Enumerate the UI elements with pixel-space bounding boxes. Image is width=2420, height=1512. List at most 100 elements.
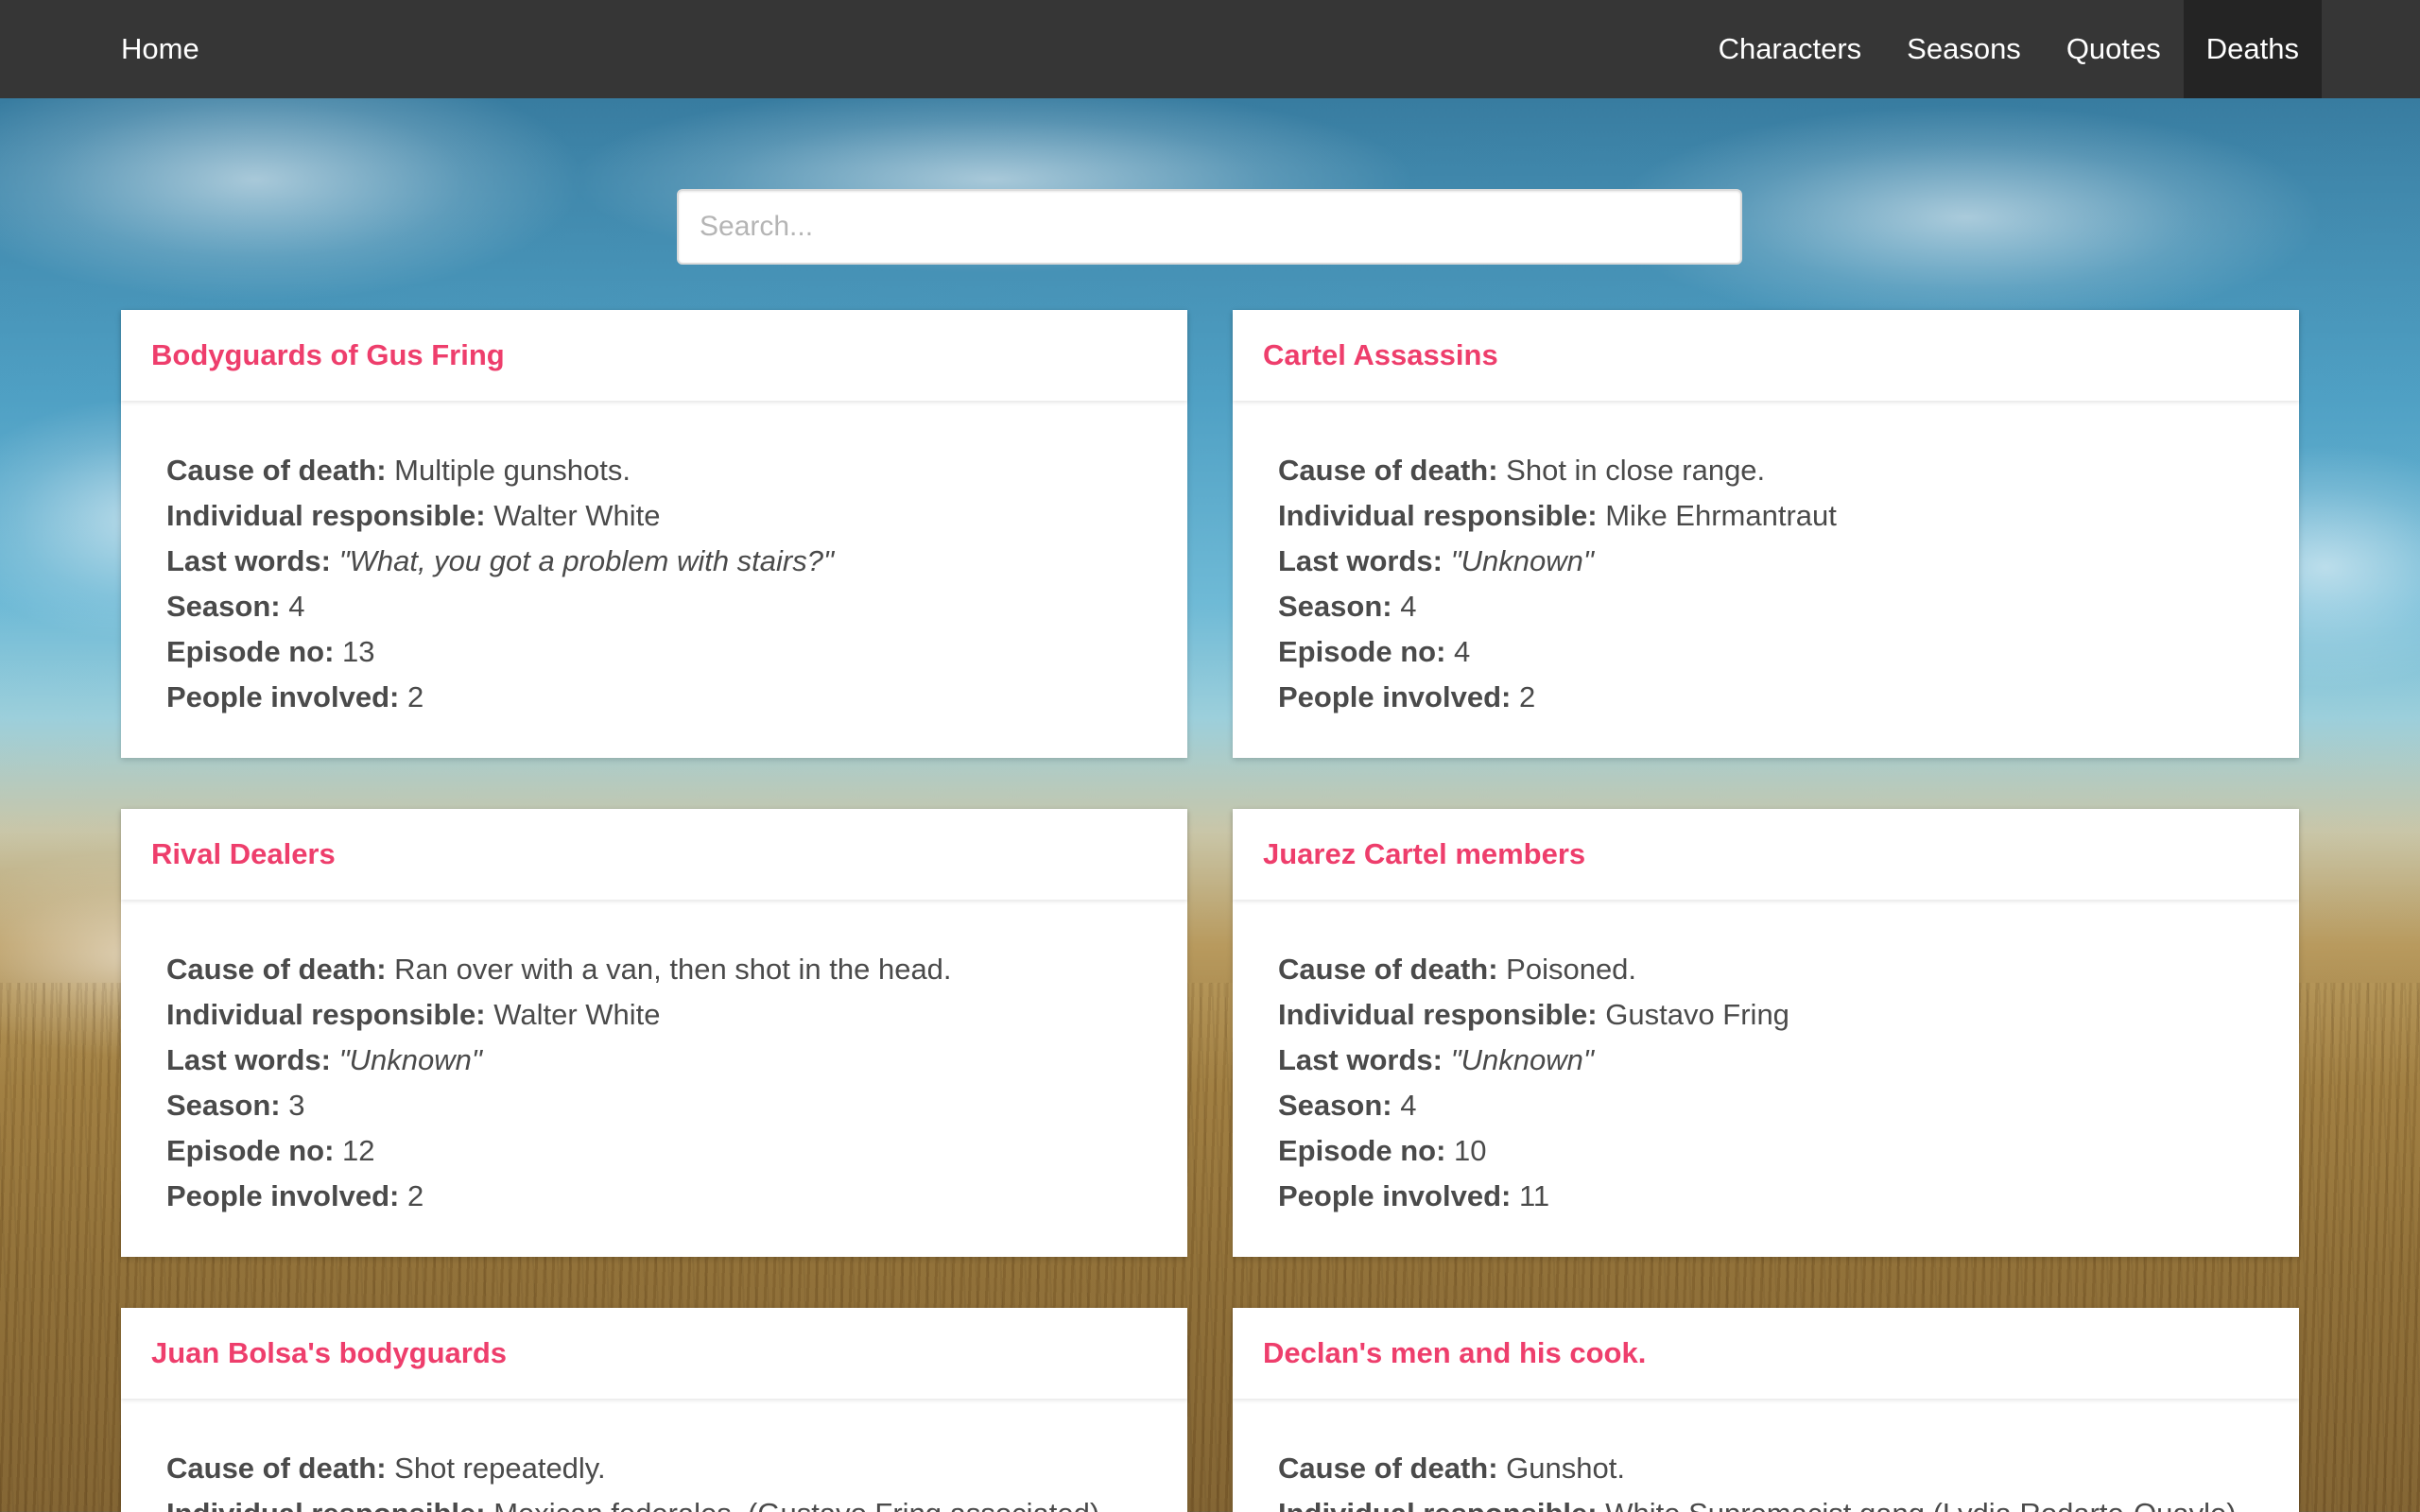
people-value: 2 [1518, 680, 1536, 713]
season-value: 4 [288, 590, 305, 623]
people-row: People involved: 2 [166, 1174, 1142, 1219]
last-words-value: "Unknown" [1450, 1043, 1594, 1076]
card-title: Cartel Assassins [1263, 338, 1498, 371]
cause-row: Cause of death: Shot in close range. [1278, 448, 2254, 493]
people-label: People involved: [1278, 680, 1512, 713]
nav-characters-link[interactable]: Characters [1696, 0, 1885, 98]
people-row: People involved: 2 [1278, 675, 2254, 720]
card-title: Declan's men and his cook. [1263, 1336, 1647, 1369]
card-title: Juan Bolsa's bodyguards [151, 1336, 508, 1369]
responsible-row: Individual responsible: Mike Ehrmantraut [1278, 493, 2254, 539]
death-card: Declan's men and his cook. Cause of deat… [1233, 1308, 2299, 1512]
last-words-label: Last words: [166, 1043, 331, 1076]
card-header: Juan Bolsa's bodyguards [121, 1308, 1187, 1399]
responsible-label: Individual responsible: [166, 1497, 486, 1512]
last-words-value: "Unknown" [338, 1043, 482, 1076]
season-value: 4 [1400, 1089, 1417, 1122]
card-header: Rival Dealers [121, 809, 1187, 900]
last-words-row: Last words: "Unknown" [1278, 1038, 2254, 1083]
card-title: Rival Dealers [151, 837, 336, 870]
card-header: Bodyguards of Gus Fring [121, 310, 1187, 401]
last-words-row: Last words: "What, you got a problem wit… [166, 539, 1142, 584]
cause-label: Cause of death: [166, 953, 387, 986]
cause-label: Cause of death: [1278, 953, 1498, 986]
search-input[interactable] [677, 189, 1742, 265]
cause-row: Cause of death: Multiple gunshots. [166, 448, 1142, 493]
death-card: Juarez Cartel members Cause of death: Po… [1233, 809, 2299, 1257]
card-title: Bodyguards of Gus Fring [151, 338, 505, 371]
responsible-label: Individual responsible: [1278, 499, 1598, 532]
cause-value: Multiple gunshots. [394, 454, 631, 487]
cause-label: Cause of death: [1278, 454, 1498, 487]
last-words-value: "What, you got a problem with stairs?" [338, 544, 834, 577]
cause-value: Shot repeatedly. [394, 1452, 606, 1485]
people-label: People involved: [166, 1179, 400, 1212]
cause-label: Cause of death: [166, 454, 387, 487]
episode-value: 4 [1454, 635, 1471, 668]
responsible-row: Individual responsible: Gustavo Fring [1278, 992, 2254, 1038]
responsible-row: Individual responsible: White Supremacis… [1278, 1491, 2254, 1512]
episode-value: 10 [1454, 1134, 1487, 1167]
nav-deaths-link[interactable]: Deaths [2183, 0, 2322, 98]
card-header: Cartel Assassins [1233, 310, 2299, 401]
season-row: Season: 4 [1278, 584, 2254, 629]
death-card: Rival Dealers Cause of death: Ran over w… [121, 809, 1187, 1257]
last-words-value: "Unknown" [1450, 544, 1594, 577]
cause-value: Poisoned. [1506, 953, 1637, 986]
people-value: 2 [406, 1179, 424, 1212]
death-card: Cartel Assassins Cause of death: Shot in… [1233, 310, 2299, 758]
people-value: 11 [1518, 1179, 1550, 1212]
card-title: Juarez Cartel members [1263, 837, 1586, 870]
responsible-label: Individual responsible: [166, 998, 486, 1031]
nav-seasons-link[interactable]: Seasons [1884, 0, 2044, 98]
responsible-value: Walter White [493, 998, 661, 1031]
season-value: 4 [1400, 590, 1417, 623]
episode-value: 13 [342, 635, 375, 668]
episode-row: Episode no: 12 [166, 1128, 1142, 1174]
episode-label: Episode no: [166, 635, 335, 668]
last-words-label: Last words: [166, 544, 331, 577]
episode-row: Episode no: 10 [1278, 1128, 2254, 1174]
nav-menu: Characters Seasons Quotes Deaths [1696, 0, 2322, 98]
nav-quotes-link[interactable]: Quotes [2044, 0, 2184, 98]
episode-row: Episode no: 13 [166, 629, 1142, 675]
cause-label: Cause of death: [166, 1452, 387, 1485]
episode-label: Episode no: [1278, 1134, 1446, 1167]
season-label: Season: [1278, 590, 1392, 623]
card-content: Cause of death: Ran over with a van, the… [121, 900, 1187, 1257]
cause-row: Cause of death: Poisoned. [1278, 947, 2254, 992]
people-label: People involved: [1278, 1179, 1512, 1212]
responsible-value: Gustavo Fring [1605, 998, 1789, 1031]
episode-label: Episode no: [1278, 635, 1446, 668]
last-words-label: Last words: [1278, 544, 1443, 577]
cause-label: Cause of death: [1278, 1452, 1498, 1485]
responsible-row: Individual responsible: Walter White [166, 493, 1142, 539]
people-row: People involved: 2 [166, 675, 1142, 720]
season-row: Season: 4 [1278, 1083, 2254, 1128]
season-label: Season: [166, 1089, 281, 1122]
card-content: Cause of death: Gunshot. Individual resp… [1233, 1399, 2299, 1512]
responsible-value: Mexican federales. (Gustavo Fring associ… [493, 1497, 1099, 1512]
responsible-value: White Supremacist gang (Lydia Rodarte-Qu… [1605, 1497, 2236, 1512]
episode-row: Episode no: 4 [1278, 629, 2254, 675]
last-words-row: Last words: "Unknown" [1278, 539, 2254, 584]
death-card: Bodyguards of Gus Fring Cause of death: … [121, 310, 1187, 758]
nav-home-link[interactable]: Home [106, 0, 215, 98]
responsible-label: Individual responsible: [166, 499, 486, 532]
responsible-value: Mike Ehrmantraut [1605, 499, 1837, 532]
card-header: Juarez Cartel members [1233, 809, 2299, 900]
season-row: Season: 3 [166, 1083, 1142, 1128]
last-words-row: Last words: "Unknown" [166, 1038, 1142, 1083]
people-label: People involved: [166, 680, 400, 713]
cause-row: Cause of death: Gunshot. [1278, 1446, 2254, 1491]
season-row: Season: 4 [166, 584, 1142, 629]
responsible-value: Walter White [493, 499, 661, 532]
responsible-row: Individual responsible: Walter White [166, 992, 1142, 1038]
responsible-row: Individual responsible: Mexican federale… [166, 1491, 1142, 1512]
card-content: Cause of death: Multiple gunshots. Indiv… [121, 401, 1187, 758]
card-header: Declan's men and his cook. [1233, 1308, 2299, 1399]
season-label: Season: [166, 590, 281, 623]
people-row: People involved: 11 [1278, 1174, 2254, 1219]
card-content: Cause of death: Shot in close range. Ind… [1233, 401, 2299, 758]
top-navbar: Home Characters Seasons Quotes Deaths [0, 0, 2420, 98]
